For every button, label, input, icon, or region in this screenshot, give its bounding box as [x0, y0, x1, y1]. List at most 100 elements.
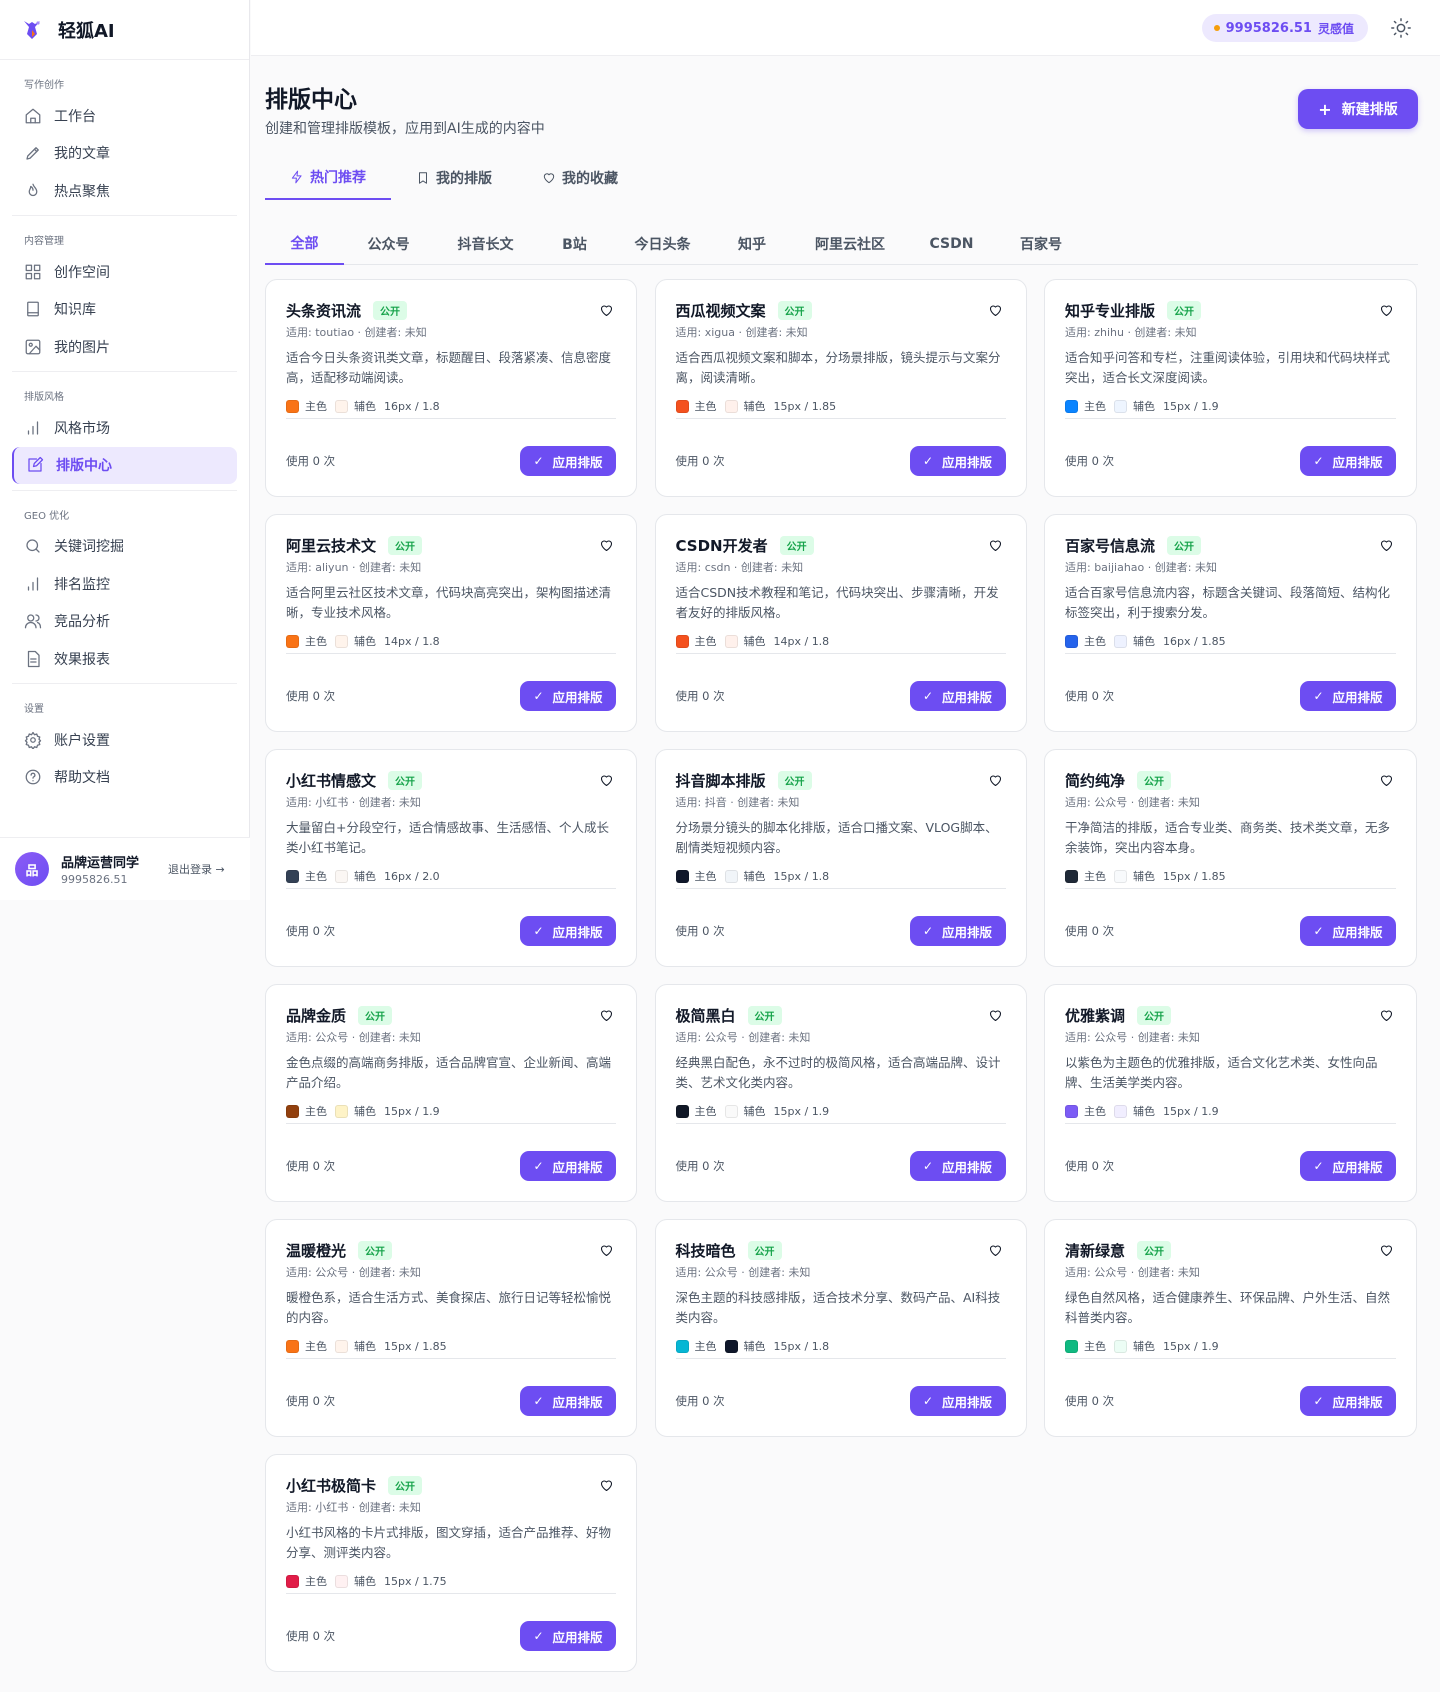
card-divider: [1065, 1358, 1396, 1359]
brand[interactable]: 轻狐AI: [0, 0, 249, 60]
layout-card: 清新绿意 公开 适用: 公众号 · 创建者: 未知 绿色自然风格，适合健康养生、环保品…: [1044, 1219, 1417, 1437]
heart-icon[interactable]: [1376, 535, 1396, 555]
apply-layout-button[interactable]: ✓ 应用排版: [909, 1151, 1006, 1181]
heart-icon[interactable]: [596, 300, 616, 320]
color-info: 主色 辅色 16px / 1.85: [1065, 633, 1396, 649]
page-title: 排版中心: [265, 87, 357, 113]
platform-tab[interactable]: 阿里云社区: [790, 222, 910, 265]
avatar[interactable]: 品: [15, 852, 49, 886]
sidebar-item[interactable]: 效果报表: [12, 640, 237, 677]
sidebar-item[interactable]: 关键词挖掘: [12, 528, 237, 565]
apply-layout-button[interactable]: ✓ 应用排版: [1300, 446, 1396, 476]
apply-layout-button[interactable]: ✓ 应用排版: [1300, 1386, 1396, 1416]
heart-icon[interactable]: [986, 1240, 1006, 1260]
heart-icon[interactable]: [1376, 300, 1396, 320]
sidebar-item[interactable]: 我的文章: [12, 135, 237, 172]
platform-tab[interactable]: 百家号: [993, 222, 1089, 265]
sidebar-item[interactable]: 知识库: [12, 291, 237, 328]
sidebar-item[interactable]: 创作空间: [12, 253, 237, 290]
card-description: 经典黑白配色，永不过时的极简风格，适合高端品牌、设计类、艺术文化类内容。: [675, 1055, 1001, 1090]
primary-color-label: 主色: [305, 1105, 327, 1118]
secondary-color-label: 辅色: [743, 870, 766, 883]
card-divider: [286, 888, 616, 889]
sidebar-item[interactable]: 排名监控: [12, 565, 237, 602]
heart-icon[interactable]: [986, 535, 1006, 555]
apply-layout-button[interactable]: ✓ 应用排版: [1300, 1151, 1396, 1181]
user-profile: 品 品牌运营同学 9995826.51 退出登录 →: [0, 837, 250, 900]
heart-icon: [542, 171, 556, 185]
card-divider: [1065, 888, 1396, 889]
apply-layout-button[interactable]: ✓ 应用排版: [520, 446, 616, 476]
card-meta: 适用: zhihu · 创建者: 未知: [1065, 326, 1197, 339]
heart-icon[interactable]: [1376, 1240, 1396, 1260]
apply-layout-button[interactable]: ✓ 应用排版: [520, 1151, 616, 1181]
usage-count: 使用 0 次: [675, 689, 725, 703]
secondary-color-swatch: [335, 634, 348, 648]
card-divider: [286, 418, 616, 419]
apply-layout-button[interactable]: ✓ 应用排版: [520, 681, 616, 711]
heart-icon[interactable]: [596, 535, 616, 555]
heart-icon[interactable]: [596, 770, 616, 790]
tab-heart[interactable]: 我的收藏: [517, 156, 643, 200]
sidebar-item[interactable]: 排版中心: [12, 446, 237, 484]
platform-tab[interactable]: 今日头条: [611, 222, 714, 265]
platform-tab[interactable]: 抖音长文: [433, 222, 538, 265]
card-description: 适合CSDN技术教程和笔记，代码块突出、步骤清晰，开发者友好的排版风格。: [675, 585, 999, 620]
heart-icon[interactable]: [1376, 1005, 1396, 1025]
platform-tab[interactable]: 全部: [265, 222, 344, 265]
primary-color-swatch: [1065, 634, 1078, 648]
sidebar-item[interactable]: 账户设置: [12, 721, 237, 758]
search-icon: [24, 537, 42, 555]
check-icon: ✓: [533, 454, 544, 468]
heart-icon[interactable]: [986, 770, 1006, 790]
tab-label: 我的排版: [436, 171, 492, 187]
apply-layout-button[interactable]: ✓ 应用排版: [1300, 916, 1396, 946]
card-divider: [1065, 653, 1396, 654]
public-badge: 公开: [1137, 1240, 1172, 1260]
credits-badge[interactable]: 9995826.51 灵感值: [1201, 14, 1368, 42]
tab-bolt[interactable]: 热门推荐: [265, 156, 391, 200]
logout-link[interactable]: 退出登录 →: [168, 861, 225, 877]
card-meta: 适用: 公众号 · 创建者: 未知: [1065, 1031, 1200, 1044]
sidebar-item[interactable]: 竞品分析: [12, 603, 237, 640]
secondary-color-swatch: [335, 869, 348, 883]
heart-icon[interactable]: [986, 300, 1006, 320]
top-bar: 9995826.51 灵感值: [251, 0, 1440, 56]
platform-tab[interactable]: CSDN: [910, 222, 993, 265]
sidebar-item[interactable]: 我的图片: [12, 328, 237, 365]
secondary-color-swatch: [335, 1104, 348, 1118]
sun-icon[interactable]: [1390, 17, 1412, 39]
platform-tab[interactable]: 公众号: [344, 222, 433, 265]
apply-layout-button[interactable]: ✓ 应用排版: [520, 1386, 616, 1416]
sidebar-item[interactable]: 热点聚焦: [12, 172, 237, 209]
heart-icon[interactable]: [986, 1005, 1006, 1025]
card-meta: 适用: 公众号 · 创建者: 未知: [675, 1031, 811, 1044]
apply-layout-button[interactable]: ✓ 应用排版: [520, 916, 616, 946]
apply-label: 应用排版: [942, 924, 993, 940]
font-spec: 15px / 1.85: [384, 1339, 447, 1353]
layout-card: 西瓜视频文案 公开 适用: xigua · 创建者: 未知 适合西瓜视频文案和脚本，分…: [654, 279, 1027, 497]
apply-layout-button[interactable]: ✓ 应用排版: [909, 681, 1006, 711]
card-description: 适合百家号信息流内容，标题含关键词、段落简短、结构化标签突出，利于搜索分发。: [1065, 585, 1391, 620]
sidebar-item-label: 效果报表: [54, 651, 110, 668]
heart-icon[interactable]: [596, 1475, 616, 1495]
platform-tab[interactable]: 知乎: [714, 222, 790, 265]
book-icon: [24, 300, 42, 318]
heart-icon[interactable]: [596, 1005, 616, 1025]
apply-layout-button[interactable]: ✓ 应用排版: [909, 446, 1006, 476]
card-meta: 适用: aliyun · 创建者: 未知: [286, 561, 422, 574]
apply-layout-button[interactable]: ✓ 应用排版: [909, 916, 1006, 946]
apply-layout-button[interactable]: ✓ 应用排版: [1300, 681, 1396, 711]
sidebar-item[interactable]: 风格市场: [12, 409, 237, 446]
heart-icon[interactable]: [596, 1240, 616, 1260]
apply-layout-button[interactable]: ✓ 应用排版: [520, 1621, 616, 1651]
usage-count: 使用 0 次: [286, 1629, 336, 1643]
sidebar-item[interactable]: 工作台: [12, 97, 237, 134]
sidebar-item[interactable]: 帮助文档: [12, 759, 237, 796]
apply-layout-button[interactable]: ✓ 应用排版: [909, 1386, 1006, 1416]
platform-tab[interactable]: B站: [538, 222, 611, 265]
new-layout-button[interactable]: + 新建排版: [1298, 89, 1418, 129]
secondary-color-label: 辅色: [354, 870, 376, 883]
heart-icon[interactable]: [1376, 770, 1396, 790]
tab-bookmark[interactable]: 我的排版: [391, 156, 517, 200]
